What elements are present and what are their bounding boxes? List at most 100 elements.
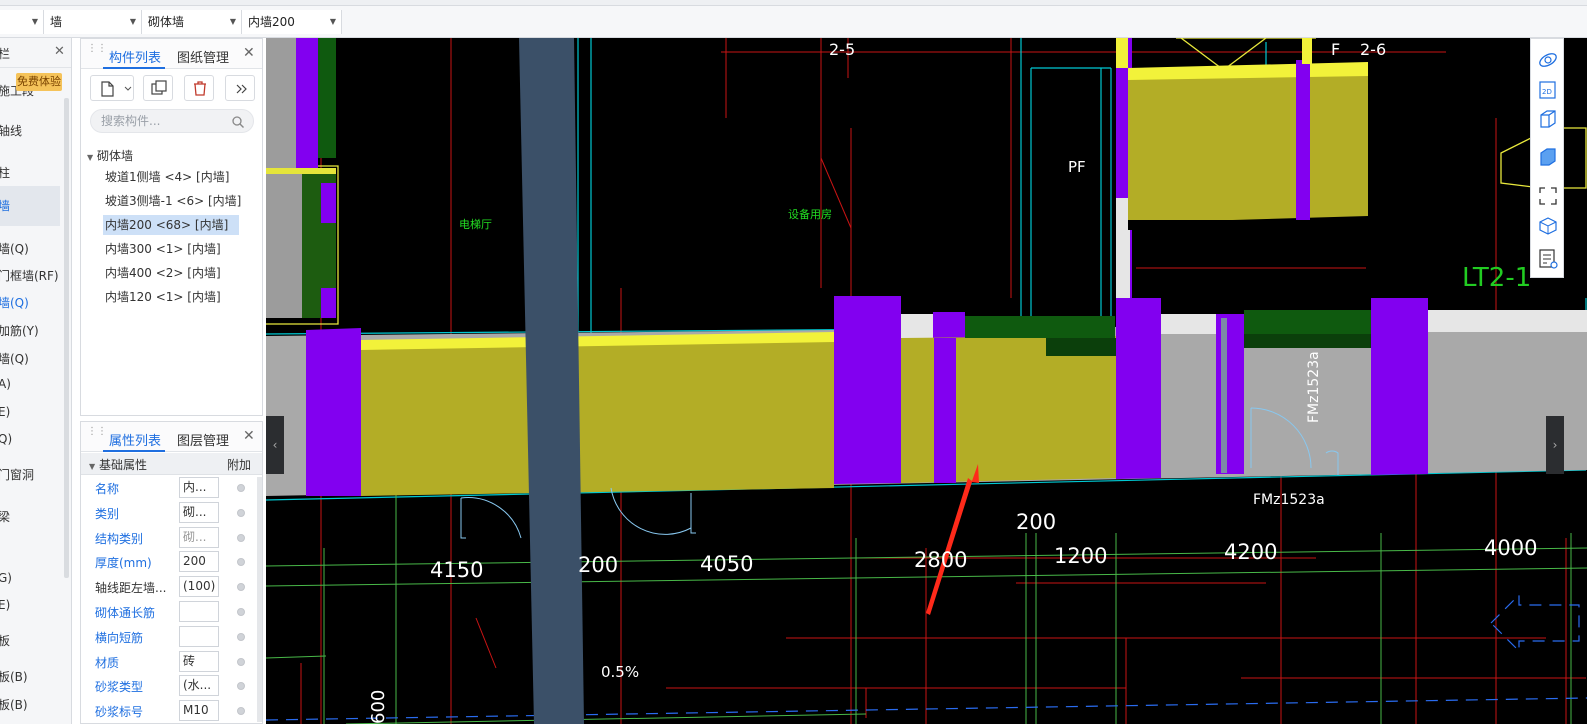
nav-item[interactable]: 墙(Q) [0,240,60,257]
copy-component-button[interactable] [143,75,173,101]
property-row[interactable]: 材质 砖 [81,649,257,674]
property-value-field[interactable]: 砌... [179,526,219,548]
extra-attribute-checkbox[interactable] [237,707,245,716]
component-combo-value: 内墙200 [248,15,295,29]
properties-view-icon[interactable] [1536,247,1560,269]
drawing-canvas[interactable]: 2-5 2-6 F 电梯厅 设备用房 PF LT2-1 FMz1523a FMz… [266,38,1587,724]
nav-item[interactable]: G) [0,571,60,585]
navigation-scrollbar[interactable] [64,98,69,578]
property-value-field[interactable]: M10 [179,700,219,722]
new-component-button[interactable] [90,75,134,101]
property-value-field[interactable]: (水... [179,675,219,697]
property-row[interactable]: 厚度(mm) 200 [81,549,257,574]
purple-column [296,38,318,168]
property-row[interactable]: 砂浆类型 (水... [81,673,257,698]
property-row[interactable]: 砂浆标号 M10 [81,698,257,723]
fit-view-icon[interactable] [1536,185,1560,207]
collapse-right-handle[interactable]: › [1546,416,1564,474]
navigation-tree: 栏 ✕ 施工段轴线柱墙墙(Q)门框墙(RF)墙(Q)加筋(Y)墙(Q)A)E)Q… [0,38,72,724]
property-value-field[interactable]: (100) [179,576,219,598]
extra-attribute-checkbox[interactable] [237,583,245,592]
extra-attribute-checkbox[interactable] [237,682,245,691]
white-wall [1161,314,1216,334]
floor-combo[interactable]: ▼ [0,10,44,34]
orbit-icon[interactable] [1536,49,1560,71]
close-icon[interactable]: ✕ [243,45,255,61]
property-value-field[interactable]: 砌... [179,501,219,523]
property-value-field[interactable]: 内... [179,477,219,498]
gray-column [1221,318,1227,473]
tree-item[interactable]: 内墙400 <2> [内墙] [103,263,239,283]
close-icon[interactable]: ✕ [54,44,65,59]
nav-item[interactable]: A) [0,377,60,391]
nav-item[interactable]: 加筋(Y) [0,322,60,339]
nav-item[interactable]: 柱 [0,164,60,181]
tree-item[interactable]: 内墙120 <1> [内墙] [103,287,239,307]
tree-item[interactable]: 坡道1侧墙 <4> [内墙] [103,167,239,187]
property-value-field[interactable] [179,601,219,622]
property-value-field[interactable]: 砖 [179,650,219,672]
property-scrollbar[interactable] [257,477,262,722]
tab-component-list[interactable]: 构件列表 [109,47,161,66]
nav-item[interactable]: E) [0,598,60,612]
extra-attribute-checkbox[interactable] [237,657,245,666]
collapse-left-handle[interactable]: ‹ [266,416,284,474]
close-icon[interactable]: ✕ [243,428,255,444]
delete-component-button[interactable] [184,75,214,101]
purple-column [321,288,336,318]
drag-handle-icon[interactable]: ⋮⋮ [87,44,107,62]
property-row[interactable]: 类别 砌... [81,500,257,525]
nav-item[interactable]: 门窗洞 [0,466,60,483]
nav-item[interactable]: 轴线 [0,122,60,139]
tab-property-list[interactable]: 属性列表 [109,430,161,449]
extra-attribute-checkbox[interactable] [237,508,245,517]
extra-attribute-checkbox[interactable] [237,484,245,492]
cube-solid-icon[interactable] [1536,145,1560,167]
tab-drawing-management[interactable]: 图纸管理 [177,47,229,66]
tree-group-label: 砌体墙 [96,149,133,163]
nav-item[interactable]: 墙(Q) [0,294,60,311]
tab-layer-management[interactable]: 图层管理 [177,430,229,449]
drag-handle-icon[interactable]: ⋮⋮ [87,427,107,445]
tree-item[interactable]: 内墙300 <1> [内墙] [103,239,239,259]
property-row[interactable]: 轴线距左墙... (100) [81,574,257,599]
nav-item[interactable]: 板(B) [0,668,60,685]
nav-item[interactable]: 板 [0,632,60,649]
property-value-field[interactable]: 200 [179,551,219,573]
nav-item[interactable]: 墙(Q) [0,350,60,367]
nav-item[interactable]: E) [0,405,60,419]
gray-column [266,168,302,318]
view-2d-icon[interactable]: 2D [1536,79,1560,101]
extra-attribute-checkbox[interactable] [237,558,245,567]
search-icon[interactable] [231,115,245,129]
basic-properties-section[interactable]: ▼ 基础属性 附加 [81,453,262,475]
extra-attribute-checkbox[interactable] [237,533,245,542]
component-combo[interactable]: 内墙200 ▼ [242,10,342,34]
caret-down-icon: ▼ [89,462,96,471]
copy-icon [151,80,167,95]
box-select-icon[interactable] [1536,215,1560,237]
nav-item[interactable]: Q) [0,432,60,446]
extra-attribute-checkbox[interactable] [237,608,245,616]
nav-item[interactable]: 门框墙(RF) [0,267,60,284]
more-actions-button[interactable] [225,75,255,101]
tree-group-masonry-wall[interactable]: ▼ 砌体墙 [87,147,133,164]
yellow-wall [361,334,834,496]
property-row[interactable]: 砌体通长筋 [81,599,257,624]
property-row[interactable]: 结构类别 砌... [81,525,257,550]
nav-item[interactable]: 板(B) [0,696,60,713]
extra-attribute-checkbox[interactable] [237,632,245,641]
property-value-field[interactable] [179,625,219,647]
component-search-input[interactable] [90,109,254,133]
view-toolbar: 2D [1530,38,1564,278]
nav-item[interactable]: 墙 [0,186,60,226]
cube-wireframe-icon[interactable] [1536,107,1560,129]
type-combo[interactable]: 砌体墙 ▼ [142,10,242,34]
property-row[interactable]: 横向短筋 [81,624,257,649]
property-row[interactable]: 名称 内... [81,475,257,500]
tree-item[interactable]: 内墙200 <68> [内墙] [103,215,239,235]
category-combo[interactable]: 墙 ▼ [44,10,142,34]
nav-item[interactable]: 梁 [0,508,60,525]
free-trial-badge[interactable]: 免费体验 [16,73,62,91]
tree-item[interactable]: 坡道3侧墙-1 <6> [内墙] [103,191,241,211]
